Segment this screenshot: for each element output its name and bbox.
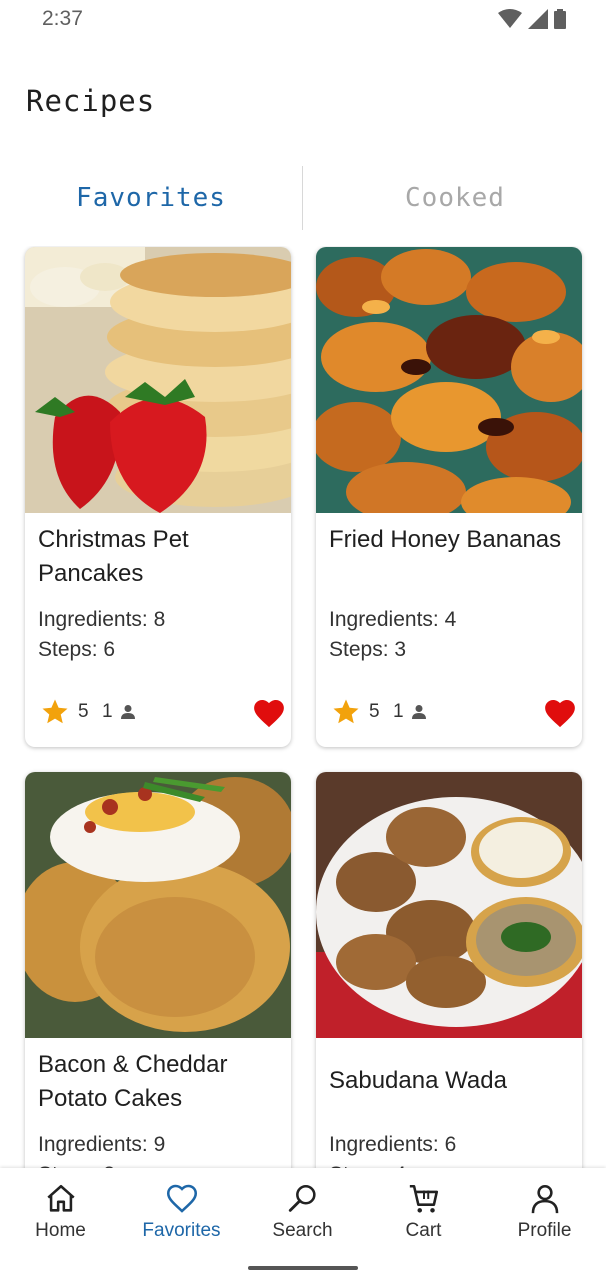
heart-filled-icon[interactable] xyxy=(543,697,577,729)
person-icon xyxy=(531,1184,558,1214)
status-bar: 2:37 xyxy=(0,0,606,40)
search-icon xyxy=(288,1184,316,1212)
rating-value: 5 xyxy=(369,701,380,722)
status-icons xyxy=(498,9,566,29)
steps-count: Steps: 3 xyxy=(329,638,407,661)
steps-count: Steps: 4 xyxy=(329,1160,456,1168)
people-count: 1 xyxy=(102,701,113,722)
page-title: Recipes xyxy=(26,84,156,118)
recipe-meta: Ingredients: 6 Steps: 4 xyxy=(329,1130,456,1168)
recipe-footer: 5 1 xyxy=(329,695,575,731)
signal-icon xyxy=(528,9,548,29)
tab-bar: Favorites Cooked xyxy=(0,166,606,230)
steps-count: Steps: 6 xyxy=(38,638,116,661)
recipe-card[interactable]: Christmas Pet Pancakes Ingredients: 8 St… xyxy=(25,247,291,747)
nav-favorites[interactable]: Favorites xyxy=(121,1182,242,1252)
nav-label: Search xyxy=(272,1220,333,1241)
recipe-image-sabudana-wada xyxy=(316,772,582,1038)
nav-label: Favorites xyxy=(142,1220,221,1241)
recipe-meta: Ingredients: 9 Steps: 8 xyxy=(38,1130,165,1168)
tab-cooked[interactable]: Cooked xyxy=(304,166,606,230)
recipe-image-pancakes xyxy=(25,247,291,513)
status-time: 2:37 xyxy=(42,7,83,30)
rating-value: 5 xyxy=(78,701,89,722)
recipe-title: Fried Honey Bananas xyxy=(329,526,562,553)
recipe-image-potato-cakes xyxy=(25,772,291,1038)
recipe-card[interactable]: Bacon & Cheddar Potato Cakes Ingredients… xyxy=(25,772,291,1168)
nav-home[interactable]: Home xyxy=(0,1182,121,1252)
nav-label: Home xyxy=(35,1220,86,1241)
recipe-card[interactable]: Fried Honey Bananas Ingredients: 4 Steps… xyxy=(316,247,582,747)
recipe-grid: Christmas Pet Pancakes Ingredients: 8 St… xyxy=(0,246,606,1168)
recipe-meta: Ingredients: 8 Steps: 6 xyxy=(38,605,165,665)
recipe-meta: Ingredients: 4 Steps: 3 xyxy=(329,605,456,665)
battery-icon xyxy=(554,9,566,29)
nav-cart[interactable]: Cart xyxy=(363,1182,484,1252)
ingredients-count: Ingredients: 9 xyxy=(38,1133,166,1156)
bottom-navigation: Home Favorites Search Cart Profile xyxy=(0,1168,606,1280)
nav-search[interactable]: Search xyxy=(242,1182,363,1252)
tab-divider xyxy=(302,166,303,230)
home-icon xyxy=(46,1184,75,1212)
recipe-title: Bacon & Cheddar Potato Cakes xyxy=(38,1051,228,1112)
wifi-icon xyxy=(498,9,522,28)
recipe-title: Christmas Pet Pancakes xyxy=(38,526,189,587)
ingredients-count: Ingredients: 6 xyxy=(329,1133,457,1156)
heart-outline-icon xyxy=(166,1184,197,1213)
recipe-card[interactable]: Sabudana Wada Ingredients: 6 Steps: 4 xyxy=(316,772,582,1168)
ingredients-count: Ingredients: 8 xyxy=(38,608,166,631)
person-icon xyxy=(412,705,426,719)
nav-label: Cart xyxy=(405,1220,442,1241)
cart-icon xyxy=(409,1184,438,1213)
steps-count: Steps: 8 xyxy=(38,1160,165,1168)
tab-favorites[interactable]: Favorites xyxy=(0,166,302,230)
person-icon xyxy=(121,705,135,719)
recipe-image-bananas xyxy=(316,247,582,513)
recipe-title: Sabudana Wada xyxy=(329,1067,507,1094)
home-indicator[interactable] xyxy=(248,1266,358,1270)
nav-label: Profile xyxy=(517,1220,572,1241)
heart-filled-icon[interactable] xyxy=(252,697,286,729)
star-icon xyxy=(42,699,68,724)
ingredients-count: Ingredients: 4 xyxy=(329,608,457,631)
recipe-footer: 5 1 xyxy=(38,695,284,731)
people-count: 1 xyxy=(393,701,404,722)
star-icon xyxy=(333,699,359,724)
nav-profile[interactable]: Profile xyxy=(484,1182,605,1252)
